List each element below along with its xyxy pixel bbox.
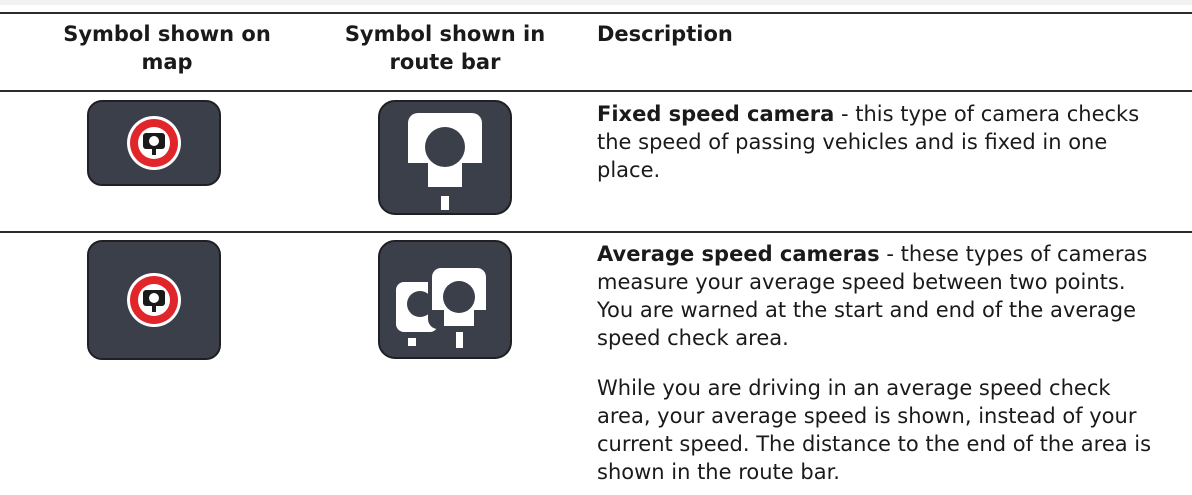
title-average-speed-cameras: Average speed cameras — [597, 242, 880, 266]
description-average-speed-extra: While you are driving in an average spee… — [597, 376, 1152, 484]
header-route-bar-symbol: Symbol shown in route bar — [344, 22, 546, 74]
row-divider — [0, 231, 1192, 233]
header-bottom-rule — [0, 90, 1192, 92]
top-band — [0, 0, 1192, 5]
average-speed-camera-map-icon — [87, 240, 221, 360]
description-average-speed-cameras: Average speed cameras - these types of c… — [597, 240, 1157, 352]
description-fixed-speed-camera: Fixed speed camera - this type of camera… — [597, 100, 1157, 184]
header-map-symbol: Symbol shown on map — [63, 22, 271, 74]
average-speed-cameras-route-bar-icon — [378, 240, 512, 359]
table-top-rule — [0, 12, 1192, 14]
fixed-speed-camera-map-icon — [87, 100, 221, 186]
header-description: Description — [597, 22, 733, 46]
title-fixed-speed-camera: Fixed speed camera — [597, 102, 835, 126]
fixed-speed-camera-route-bar-icon — [378, 100, 512, 215]
